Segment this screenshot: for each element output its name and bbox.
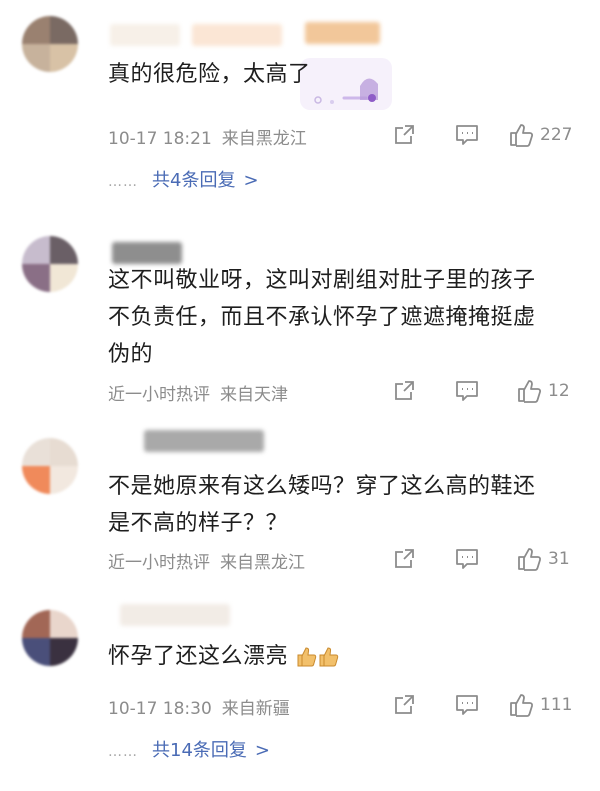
comment-time: 近一小时热评: [108, 553, 210, 573]
share-icon: [395, 125, 414, 144]
like-count: 31: [548, 549, 570, 569]
share-button[interactable]: [392, 374, 416, 408]
username-blurred[interactable]: [110, 24, 180, 46]
comment-icon: [456, 381, 478, 401]
like-button[interactable]: 111: [508, 688, 572, 722]
comment-icon: [456, 695, 478, 715]
comment-actions: 227: [380, 118, 600, 152]
like-count: 227: [540, 125, 573, 145]
comment-text: 怀孕了还这么漂亮: [108, 638, 578, 675]
avatar[interactable]: [22, 236, 78, 292]
comment-actions: 111: [380, 688, 600, 722]
comment-time: 近一小时热评: [108, 385, 210, 405]
view-replies-link[interactable]: …… 共14条回复 >: [108, 736, 270, 762]
thumbs-up-icon: [518, 380, 542, 403]
username-blurred[interactable]: [144, 430, 264, 452]
username-blurred[interactable]: [112, 242, 182, 264]
comment-meta: 近一小时热评 来自天津: [108, 380, 288, 405]
comment-button[interactable]: [454, 118, 480, 152]
share-icon: [395, 381, 414, 400]
share-icon: [395, 549, 414, 568]
comment-button[interactable]: [454, 374, 480, 408]
avatar[interactable]: [22, 16, 78, 72]
avatar[interactable]: [22, 610, 78, 666]
thumbs-up-icon: [518, 548, 542, 571]
comment-meta: 近一小时热评 来自黑龙江: [108, 548, 305, 573]
share-icon: [395, 695, 414, 714]
thumbs-up-icon: [510, 694, 534, 717]
comment-1: 真的很危险，太高了 10-17 18:21 来自黑龙江 227 …… 共4条回复 >: [0, 0, 600, 200]
comment-text: 这不叫敬业呀，这叫对剧组对肚子里的孩子 不负责任，而且不承认怀孕了遮遮掩掩挺虚 …: [108, 268, 536, 367]
view-replies-link[interactable]: …… 共4条回复 >: [108, 166, 259, 192]
share-button[interactable]: [392, 542, 416, 576]
comment-actions: 31: [380, 542, 600, 576]
comment-icon: [456, 549, 478, 569]
comment-icon: [456, 125, 478, 145]
comment-location: 来自黑龙江: [221, 129, 307, 149]
comment-actions: 12: [380, 374, 600, 408]
comment-text: 不是她原来有这么矮吗？穿了这么高的鞋还 是不高的样子？？: [108, 474, 536, 536]
reply-count: 共4条回复: [152, 170, 236, 191]
comment-meta: 10-17 18:21 来自黑龙江: [108, 124, 307, 149]
comment-3: 不是她原来有这么矮吗？穿了这么高的鞋还 是不高的样子？？ 近一小时热评 来自黑龙江…: [0, 418, 600, 586]
like-count: 111: [540, 695, 573, 715]
username-blurred: [305, 22, 380, 44]
like-button[interactable]: 31: [516, 542, 570, 576]
avatar[interactable]: [22, 438, 78, 494]
chevron-right-icon: >: [243, 170, 259, 191]
thumbs-up-emoji: [297, 647, 338, 667]
reply-count: 共14条回复: [152, 740, 247, 761]
username-blurred[interactable]: [120, 604, 230, 626]
comment-text: 真的很危险，太高了: [108, 62, 311, 87]
thumbs-up-icon: [510, 124, 534, 147]
like-count: 12: [548, 381, 570, 401]
dots: ……: [108, 744, 138, 760]
comment-time: 10-17 18:30: [108, 699, 212, 719]
comment-location: 来自新疆: [221, 699, 290, 719]
share-button[interactable]: [392, 118, 416, 152]
comment-time: 10-17 18:21: [108, 129, 212, 149]
comment-meta: 10-17 18:30 来自新疆: [108, 694, 290, 719]
share-button[interactable]: [392, 688, 416, 722]
comment-location: 来自黑龙江: [220, 553, 305, 573]
comment-location: 来自天津: [220, 385, 288, 405]
comment-button[interactable]: [454, 542, 480, 576]
dots: ……: [108, 174, 138, 190]
chevron-right-icon: >: [254, 740, 270, 761]
like-button[interactable]: 12: [516, 374, 570, 408]
like-button[interactable]: 227: [508, 118, 572, 152]
username-blurred: [192, 24, 282, 46]
comment-2: 这不叫敬业呀，这叫对剧组对肚子里的孩子 不负责任，而且不承认怀孕了遮遮掩掩挺虚 …: [0, 220, 600, 410]
comment-button[interactable]: [454, 688, 480, 722]
comment-4: 怀孕了还这么漂亮 10-17 18:30 来自新疆 111 …… 共14条回复 >: [0, 596, 600, 791]
